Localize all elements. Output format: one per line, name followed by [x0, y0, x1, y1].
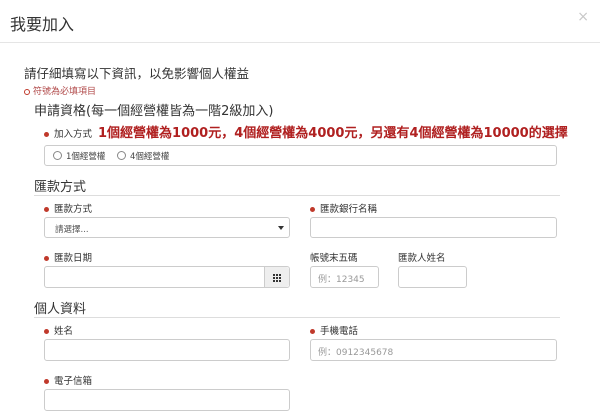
- required-dot-icon: [24, 88, 30, 95]
- name-label-text: 姓名: [54, 326, 74, 337]
- required-dot-icon: [310, 329, 315, 334]
- required-dot-icon: [310, 207, 315, 212]
- remit-date-input[interactable]: [44, 266, 290, 288]
- remitter-name-label: 匯款人姓名: [398, 253, 446, 264]
- required-note-text: 符號為必填項目: [33, 87, 97, 97]
- required-dot-icon: [44, 132, 49, 137]
- required-dot-icon: [44, 207, 49, 212]
- remit-method-label-text: 匯款方式: [54, 204, 93, 215]
- calendar-button[interactable]: [264, 267, 289, 287]
- join-method-label: 加入方式: [44, 126, 92, 140]
- required-note: 符號為必填項目: [24, 84, 96, 97]
- required-dot-icon: [44, 329, 49, 334]
- name-input[interactable]: [44, 339, 290, 361]
- option-4-label[interactable]: 4個經營權: [130, 150, 169, 162]
- chevron-down-icon: [278, 226, 284, 230]
- phone-label: 手機電話: [310, 323, 358, 337]
- bank-name-label: 匯款銀行名稱: [310, 201, 377, 215]
- intro-text: 請仔細填寫以下資訊，以免影響個人權益: [24, 66, 250, 81]
- join-method-label-text: 加入方式: [54, 129, 93, 140]
- phone-input[interactable]: 例：0912345678: [310, 339, 557, 361]
- option-1-label[interactable]: 1個經營權: [66, 150, 105, 162]
- remit-method-label: 匯款方式: [44, 201, 92, 215]
- join-options: 1個經營權 4個經營權: [44, 145, 557, 166]
- account-last5-input[interactable]: 例：12345: [310, 266, 379, 288]
- bank-name-label-text: 匯款銀行名稱: [320, 204, 378, 215]
- price-highlight: 1個經營權為1000元，4個經營權為4000元，另還有4個經營權為10000的選…: [98, 126, 568, 141]
- bank-name-input[interactable]: [310, 217, 557, 238]
- required-dot-icon: [44, 379, 49, 384]
- modal-title: 我要加入: [10, 15, 75, 34]
- email-input[interactable]: [44, 389, 290, 411]
- option-4-radio[interactable]: [117, 151, 126, 160]
- phone-placeholder: 例：0912345678: [318, 348, 394, 358]
- section-title-apply: 申請資格(每一個經營權皆為一階2級加入): [34, 104, 274, 119]
- email-label: 電子信箱: [44, 373, 92, 387]
- section-title-personal: 個人資料: [34, 302, 87, 317]
- required-dot-icon: [44, 256, 49, 261]
- divider: [34, 195, 560, 196]
- divider: [34, 317, 560, 318]
- remit-method-value: 請選擇...: [55, 225, 89, 235]
- section-title-remit: 匯款方式: [34, 180, 87, 195]
- name-label: 姓名: [44, 323, 73, 337]
- remit-date-label: 匯款日期: [44, 250, 92, 264]
- account-last5-placeholder: 例：12345: [318, 275, 365, 285]
- remitter-name-input[interactable]: [398, 266, 467, 288]
- phone-label-text: 手機電話: [320, 326, 359, 337]
- calendar-icon: [273, 274, 282, 282]
- remit-method-select[interactable]: 請選擇...: [44, 217, 290, 238]
- account-last5-label: 帳號末五碼: [310, 253, 358, 264]
- close-icon[interactable]: ×: [577, 9, 589, 25]
- option-1-radio[interactable]: [53, 151, 62, 160]
- remit-date-label-text: 匯款日期: [54, 253, 93, 264]
- join-modal: 我要加入 × 請仔細填寫以下資訊，以免影響個人權益 符號為必填項目 申請資格(每…: [0, 0, 600, 411]
- modal-header: 我要加入 ×: [0, 0, 600, 43]
- email-label-text: 電子信箱: [54, 376, 93, 387]
